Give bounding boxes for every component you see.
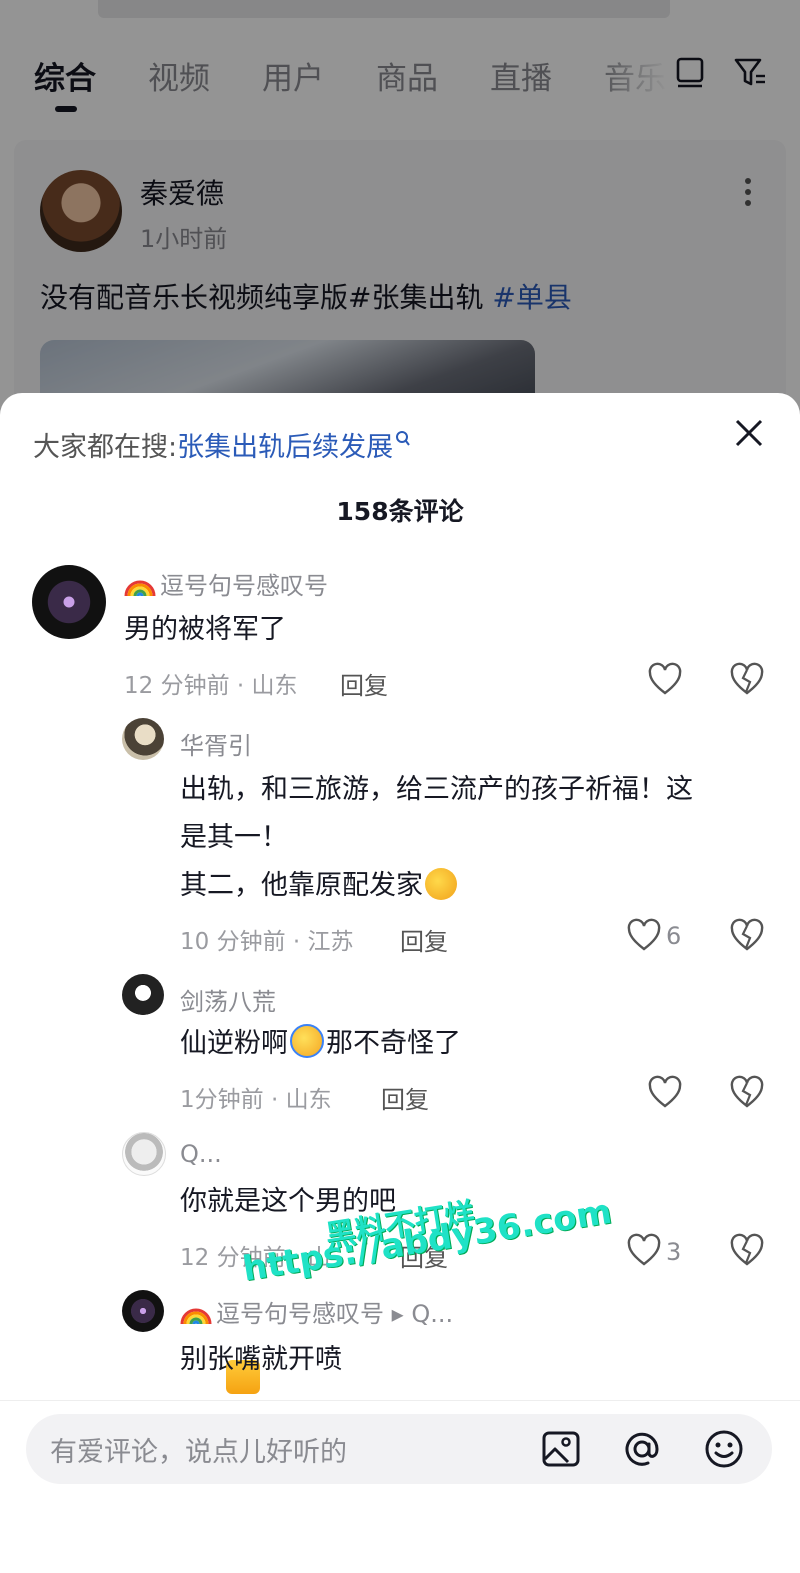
comment-text: 男的被将军了 [124,614,286,645]
comment-line: 是其一！ [180,822,288,853]
comment-author[interactable]: 剑荡八荒 [180,982,276,1017]
shocked-emoji-icon [425,868,457,900]
heart-icon[interactable] [626,918,662,954]
avatar[interactable] [122,1290,164,1332]
reply-target[interactable]: ▸ Q... [392,1300,453,1328]
comment-line: 其二，他靠原配发家 [180,862,770,910]
comment-author-name: 逗号句号感叹号 [160,572,328,600]
trending-search[interactable]: 大家都在搜:张集出轨后续发展 [33,425,411,464]
avatar[interactable] [122,718,164,760]
like-count: 3 [666,1238,682,1266]
comment-input-placeholder[interactable]: 有爱评论，说点儿好听的 [50,1430,347,1469]
broken-heart-icon[interactable] [729,1233,765,1269]
rainbow-icon [124,580,156,597]
at-icon[interactable] [621,1428,663,1470]
comment-text-b: 那不奇怪了 [326,1028,461,1059]
comment-meta: 12 分钟前 · 山东 [124,673,298,699]
broken-heart-icon[interactable] [729,1075,765,1111]
reply-button[interactable]: 回复 [400,922,448,957]
comment-author[interactable]: Q... [180,1140,222,1168]
comment-line-text: 其二，他靠原配发家 [180,870,423,901]
comment-count: 158条评论 [336,497,464,526]
reply-button[interactable]: 回复 [340,666,388,701]
comment-text-a: 仙逆粉啊 [180,1028,288,1059]
heart-icon[interactable] [647,662,683,698]
comment-text: 别张嘴就开喷 [180,1344,342,1375]
trending-label: 大家都在搜: [33,432,178,463]
trending-query[interactable]: 张集出轨后续发展 [177,432,393,463]
like-count: 6 [666,922,682,950]
comment-author-name: 逗号句号感叹号 [216,1300,384,1328]
heart-icon[interactable] [626,1233,662,1269]
comment-author[interactable]: 逗号句号感叹号 [124,566,328,601]
close-icon[interactable] [734,418,764,448]
comment-author[interactable]: 逗号句号感叹号 ▸ Q... [180,1294,453,1329]
avatar[interactable] [122,974,164,1016]
reply-button[interactable]: 回复 [381,1080,429,1115]
rainbow-icon [180,1308,212,1325]
comment-text: 仙逆粉啊 那不奇怪了 [180,1020,461,1394]
comment-meta: 10 分钟前 · 江苏 [180,929,354,955]
comment-meta: 1分钟前 · 山东 [180,1087,332,1113]
overlay-dim[interactable] [0,0,800,420]
broken-heart-icon[interactable] [729,662,765,698]
search-icon [396,431,410,446]
broken-heart-icon[interactable] [729,918,765,954]
avatar[interactable] [122,1132,166,1176]
heart-icon[interactable] [647,1075,683,1111]
comment-line: 出轨，和三旅游，给三流产的孩子祈福！这 [180,774,693,805]
emoji-icon[interactable] [703,1428,745,1470]
comment-author[interactable]: 华胥引 [180,726,252,761]
avatar[interactable] [32,565,106,639]
comment-sheet [0,393,800,1572]
comment-text: 出轨，和三旅游，给三流产的孩子祈福！这 是其一！ 其二，他靠原配发家 [180,766,770,910]
image-icon[interactable] [540,1428,582,1470]
laughing-emoji-icon [290,1024,324,1058]
